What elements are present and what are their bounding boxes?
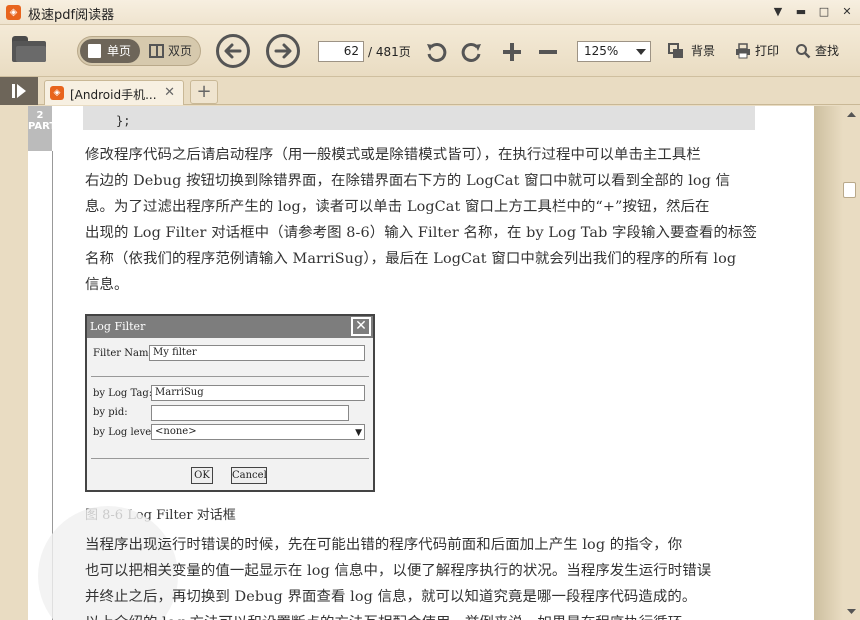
zoom-in-icon[interactable] <box>501 41 523 63</box>
close-tab-icon[interactable]: ✕ <box>164 85 175 100</box>
log-filter-figure: Log Filter ✕ Filter Name: My filter by L… <box>85 314 375 492</box>
figure-ok-button: OK <box>191 467 213 484</box>
log-level-label: by Log level: <box>93 427 158 438</box>
scroll-thumb[interactable] <box>843 182 856 198</box>
window-title: 极速pdf阅读器 <box>28 8 115 23</box>
code-line: }; <box>116 114 131 128</box>
document-viewport[interactable]: 2 PART }; 修改程序代码之后请启动程序（用一般模式或是除错模式皆可），在… <box>0 106 843 620</box>
chevron-down-icon: ▼ <box>355 428 362 438</box>
double-page-icon <box>149 44 164 58</box>
title-bar: ◈ 极速pdf阅读器 ▼ ▬ □ ✕ <box>0 0 860 25</box>
page-total: / 481页 <box>368 45 411 59</box>
single-page-label: 单页 <box>107 44 132 58</box>
paragraph-line: 息。为了过滤出程序所产生的 log，读者可以单击 LogCat 窗口上方工具栏中… <box>85 199 710 215</box>
pdf-logo-icon: ◈ <box>6 5 21 20</box>
paragraph-line: 也可以把相关变量的值一起显示在 log 信息中，以便了解程序执行的状况。当程序发… <box>85 563 712 579</box>
filter-name-label: Filter Name: <box>93 348 158 359</box>
log-level-select: <none> ▼ <box>151 424 365 440</box>
double-page-label: 双页 <box>168 44 193 58</box>
sidebar-toggle-button[interactable] <box>0 77 38 105</box>
arrow-left-icon <box>224 43 242 59</box>
previous-page-button[interactable] <box>216 34 250 68</box>
figure-divider <box>91 376 369 377</box>
double-page-button[interactable]: 双页 <box>142 39 200 63</box>
paragraph-line: 当程序出现运行时错误的时候，先在可能出错的程序代码前面和后面加上产生 log 的… <box>85 537 683 553</box>
paragraph-line: 并终止之后，再切换到 Debug 界面查看 log 信息，就可以知道究竟是哪一段… <box>85 589 697 605</box>
background-icon[interactable] <box>668 43 684 59</box>
search-label[interactable]: 查找 <box>815 42 839 59</box>
log-level-value: <none> <box>155 426 197 437</box>
single-page-button[interactable]: 单页 <box>80 39 140 63</box>
new-tab-button[interactable]: + <box>190 80 218 104</box>
paragraph-line: 出现的 Log Filter 对话框中（请参考图 8-6）输入 Filter 名… <box>85 225 757 241</box>
page-shadow <box>814 106 843 620</box>
pdf-page: 2 PART }; 修改程序代码之后请启动程序（用一般模式或是除错模式皆可），在… <box>28 106 814 620</box>
rotate-left-icon[interactable] <box>425 41 447 63</box>
tab-label: [Android手机... <box>70 88 157 102</box>
sidebar-toggle-icon <box>12 84 26 98</box>
paragraph-line: 名称（依我们的程序范例请输入 MarriSug），最后在 LogCat 窗口中就… <box>85 251 737 267</box>
pid-field <box>151 405 349 421</box>
rotate-right-icon[interactable] <box>461 41 483 63</box>
open-folder-icon[interactable] <box>12 36 46 62</box>
log-tag-field: MarriSug <box>151 385 365 401</box>
menu-dropdown-icon[interactable]: ▼ <box>769 3 787 21</box>
zoom-out-icon[interactable] <box>537 41 559 63</box>
minimize-button[interactable]: ▬ <box>792 3 810 21</box>
scroll-up-icon[interactable] <box>843 106 860 123</box>
log-tag-label: by Log Tag: <box>93 388 153 399</box>
figure-dialog-title: Log Filter <box>87 316 373 338</box>
pid-label: by pid: <box>93 407 128 418</box>
chevron-down-icon <box>636 49 646 55</box>
document-tab[interactable]: ◈ [Android手机... ✕ <box>44 80 184 105</box>
paragraph-line: 右边的 Debug 按钮切换到除错界面，在除错界面右下方的 LogCat 窗口中… <box>85 173 731 189</box>
maximize-button[interactable]: □ <box>815 3 833 21</box>
figure-close-icon: ✕ <box>351 317 371 336</box>
code-block <box>83 106 755 130</box>
pdf-logo-icon: ◈ <box>50 86 64 100</box>
single-page-icon <box>88 44 101 58</box>
figure-cancel-button: Cancel <box>231 467 267 484</box>
paragraph-line: 修改程序代码之后请启动程序（用一般模式或是除错模式皆可），在执行过程中可以单击主… <box>85 147 701 163</box>
search-icon[interactable] <box>795 43 811 59</box>
view-mode-toggle: 单页 双页 <box>77 36 201 66</box>
scroll-down-icon[interactable] <box>843 603 860 620</box>
tab-bar: ◈ [Android手机... ✕ + <box>0 77 860 105</box>
print-label[interactable]: 打印 <box>755 42 779 59</box>
paragraph-line: 信息。 <box>85 277 129 293</box>
print-icon[interactable] <box>735 43 751 59</box>
page-number-input[interactable]: 62 <box>318 41 364 62</box>
filter-name-field: My filter <box>149 345 365 361</box>
zoom-value: 125% <box>584 44 619 58</box>
paragraph-line: 以上介绍的 log 方法可以和设置断点的方法互相配合使用，举例来说，如果是在程序… <box>85 610 765 620</box>
arrow-right-icon <box>274 43 292 59</box>
part-tab: 2 PART <box>28 106 56 151</box>
zoom-select[interactable]: 125% <box>577 41 651 62</box>
close-button[interactable]: ✕ <box>838 3 856 21</box>
toolbar: 单页 双页 62 / 481页 125% 背景 打印 查找 <box>0 25 860 77</box>
next-page-button[interactable] <box>266 34 300 68</box>
background-label[interactable]: 背景 <box>691 42 715 59</box>
figure-divider <box>91 458 369 459</box>
